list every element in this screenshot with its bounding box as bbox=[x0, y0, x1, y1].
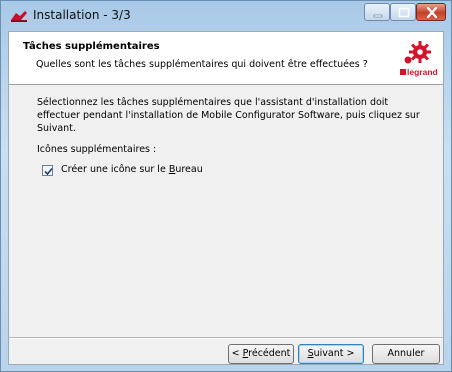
minimize-button[interactable] bbox=[364, 3, 390, 21]
wizard-header: Tâches supplémentaires Quelles sont les … bbox=[9, 32, 443, 85]
next-button[interactable]: Suivant > bbox=[298, 344, 364, 364]
page-title: Tâches supplémentaires bbox=[23, 41, 160, 52]
title-bar[interactable]: Installation - 3/3 bbox=[1, 1, 451, 31]
maximize-icon bbox=[398, 7, 410, 18]
maximize-button[interactable] bbox=[390, 3, 416, 21]
legrand-logo-text: legrand bbox=[400, 67, 438, 77]
desktop-icon-checkbox[interactable] bbox=[42, 165, 53, 176]
footer-separator bbox=[9, 337, 443, 339]
close-button[interactable] bbox=[416, 3, 446, 21]
installer-app-icon bbox=[11, 11, 27, 22]
window-title: Installation - 3/3 bbox=[33, 8, 131, 22]
desktop-icon-checkbox-label[interactable]: Créer une icône sur le Bureau bbox=[61, 164, 203, 175]
cancel-button[interactable]: Annuler bbox=[372, 344, 440, 364]
extra-icons-label: Icônes supplémentaires : bbox=[37, 144, 157, 155]
wizard-client-area: Tâches supplémentaires Quelles sont les … bbox=[8, 31, 444, 365]
close-icon bbox=[426, 6, 438, 19]
minimize-icon bbox=[373, 14, 383, 18]
previous-button[interactable]: < Précédent bbox=[228, 344, 294, 364]
installer-window: Installation - 3/3 Tâches supplémentaire… bbox=[0, 0, 452, 372]
checkmark-icon bbox=[44, 167, 53, 176]
legrand-logo: legrand bbox=[398, 38, 438, 80]
gear-icon bbox=[404, 41, 431, 64]
task-description: Sélectionnez les tâches supplémentaires … bbox=[37, 97, 420, 134]
page-subtitle: Quelles sont les tâches supplémentaires … bbox=[36, 59, 368, 70]
